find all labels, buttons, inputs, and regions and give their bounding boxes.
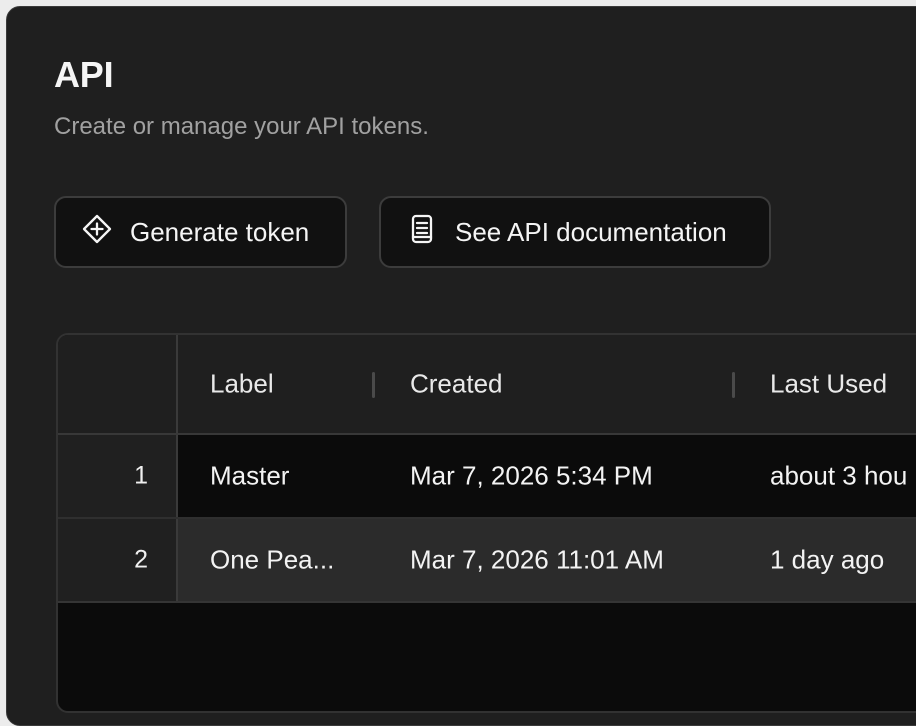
row-index: 1 bbox=[134, 461, 148, 490]
table-row[interactable]: 1 Master Mar 7, 2026 5:34 PM about 3 hou bbox=[58, 435, 916, 519]
api-documentation-label: See API documentation bbox=[455, 216, 727, 247]
generate-token-label: Generate token bbox=[130, 216, 310, 247]
page-title: API bbox=[54, 54, 114, 95]
token-last-used-cell: 1 day ago bbox=[770, 544, 885, 575]
token-label-cell: Master bbox=[210, 460, 290, 491]
column-resize-handle[interactable] bbox=[372, 372, 375, 398]
column-resize-handle[interactable] bbox=[732, 372, 735, 398]
column-header-last-used[interactable]: Last Used bbox=[770, 369, 887, 400]
table-row[interactable]: 2 One Pea... Mar 7, 2026 11:01 AM 1 day … bbox=[58, 519, 916, 603]
token-created-cell: Mar 7, 2026 11:01 AM bbox=[410, 544, 664, 575]
table-header-row: Label Created Last Used bbox=[58, 335, 916, 435]
row-index-cell: 1 bbox=[58, 435, 178, 517]
row-index-header bbox=[58, 335, 178, 433]
document-icon bbox=[405, 212, 439, 253]
column-header-label[interactable]: Label bbox=[210, 369, 274, 400]
token-last-used-cell: about 3 hou bbox=[770, 460, 908, 491]
token-created-cell: Mar 7, 2026 5:34 PM bbox=[410, 460, 653, 491]
column-header-created[interactable]: Created bbox=[410, 369, 503, 400]
tokens-table: Label Created Last Used 1 Master Mar 7, … bbox=[56, 333, 916, 713]
diamond-plus-icon bbox=[80, 212, 114, 253]
row-index-cell: 2 bbox=[58, 519, 178, 601]
api-documentation-button[interactable]: See API documentation bbox=[379, 196, 771, 268]
generate-token-button[interactable]: Generate token bbox=[54, 196, 347, 268]
row-index: 2 bbox=[134, 545, 148, 574]
token-label-cell: One Pea... bbox=[210, 544, 335, 575]
page-subtitle: Create or manage your API tokens. bbox=[54, 113, 429, 140]
